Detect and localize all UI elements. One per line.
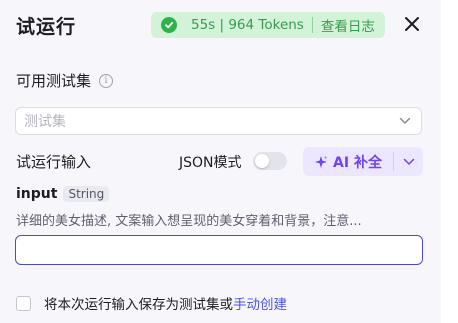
input-field[interactable] xyxy=(15,235,423,265)
test-set-label: 可用测试集 xyxy=(16,72,92,90)
success-check-icon xyxy=(161,17,177,33)
status-divider xyxy=(311,17,313,33)
trial-run-panel: 试运行 55s | 964 Tokens 查看日志 可用测试集 i 测试集 试运… xyxy=(0,0,441,323)
info-icon[interactable]: i xyxy=(99,73,114,88)
save-as-test-set-row: 将本次运行输入保存为测试集或手动创建 xyxy=(16,293,287,313)
chevron-down-icon xyxy=(399,117,411,124)
json-mode-toggle[interactable] xyxy=(253,152,287,170)
run-status-badge: 55s | 964 Tokens 查看日志 xyxy=(151,12,385,38)
toggle-knob xyxy=(255,154,269,168)
test-set-select[interactable]: 测试集 xyxy=(15,107,422,135)
save-test-set-checkbox[interactable] xyxy=(16,295,31,311)
test-set-section: 可用测试集 i xyxy=(16,70,114,91)
background-strip xyxy=(441,0,458,323)
trial-input-label: 试运行输入 xyxy=(16,153,92,171)
close-button[interactable] xyxy=(402,14,422,34)
sparkle-icon xyxy=(315,155,328,168)
view-log-link[interactable]: 查看日志 xyxy=(321,15,375,35)
save-test-set-label: 将本次运行输入保存为测试集或 xyxy=(44,297,233,313)
ai-complete-label: AI 补全 xyxy=(333,154,382,171)
ai-complete-dropdown[interactable] xyxy=(394,147,423,176)
ai-complete-button-group: AI 补全 xyxy=(303,147,423,176)
save-test-set-text: 将本次运行输入保存为测试集或手动创建 xyxy=(44,293,287,313)
chevron-down-icon xyxy=(403,158,414,165)
ai-complete-button[interactable]: AI 补全 xyxy=(303,147,393,176)
panel-title: 试运行 xyxy=(16,16,77,38)
json-mode-label: JSON模式 xyxy=(179,155,242,171)
manual-create-link[interactable]: 手动创建 xyxy=(233,297,287,313)
test-set-placeholder: 测试集 xyxy=(24,114,66,130)
field-type-badge: String xyxy=(63,186,110,202)
field-name: input xyxy=(16,186,58,202)
field-header: input String xyxy=(16,186,110,202)
close-icon xyxy=(405,17,419,31)
run-metrics: 55s | 964 Tokens xyxy=(191,17,304,33)
field-description: 详细的美女描述, 文案输入想呈现的美女穿着和背景，注意... xyxy=(16,214,362,229)
